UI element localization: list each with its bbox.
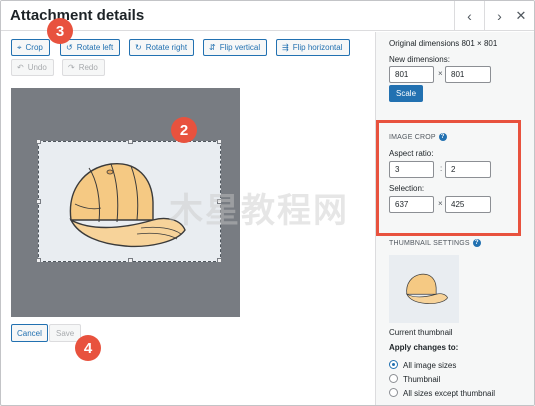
baseball-cap-image bbox=[69, 163, 186, 248]
radio-thumbnail[interactable] bbox=[389, 374, 398, 383]
redo-icon: ↷ bbox=[68, 62, 75, 72]
crop-icon: ⌖ bbox=[17, 42, 22, 52]
undo-label: Undo bbox=[27, 63, 47, 72]
cap-thumbnail bbox=[406, 273, 448, 305]
help-icon[interactable]: ? bbox=[472, 239, 481, 247]
radio-all-sizes-except-thumbnail[interactable] bbox=[389, 388, 398, 397]
crop-handle-top-right[interactable] bbox=[217, 139, 222, 144]
crop-handle-top[interactable] bbox=[128, 139, 133, 144]
step-badge-2: 2 bbox=[171, 117, 197, 143]
close-modal-button[interactable]: ✕ bbox=[508, 1, 534, 31]
cancel-button[interactable]: Cancel bbox=[11, 324, 48, 342]
flip-vertical-button[interactable]: ⇵ Flip vertical bbox=[203, 39, 268, 56]
rotate-right-label: Rotate right bbox=[145, 43, 188, 52]
image-settings-sidebar: Original dimensions 801 × 801 New dimens… bbox=[375, 32, 534, 405]
selection-height-input[interactable]: 425 bbox=[445, 196, 491, 213]
undo-icon: ↶ bbox=[17, 62, 24, 72]
rotate-right-button[interactable]: ↻ Rotate right bbox=[129, 39, 195, 56]
attachment-details-modal: Attachment details ‹ › ✕ ⌖ Crop ↺ Rotate… bbox=[0, 0, 535, 406]
selection-label: Selection: bbox=[389, 184, 425, 193]
crop-handle-bottom-left[interactable] bbox=[36, 258, 41, 263]
selection-separator: × bbox=[438, 199, 443, 208]
flip-horizontal-label: Flip horizontal bbox=[292, 43, 343, 52]
crop-handle-left[interactable] bbox=[36, 199, 41, 204]
close-icon: ✕ bbox=[515, 8, 527, 23]
crop-button[interactable]: ⌖ Crop bbox=[11, 39, 50, 56]
crop-button-label: Crop bbox=[25, 43, 43, 52]
chevron-right-icon: › bbox=[497, 8, 502, 24]
aspect-ratio-width-input[interactable]: 3 bbox=[389, 161, 434, 178]
option-all-sizes-except-thumbnail[interactable]: All sizes except thumbnail bbox=[403, 389, 495, 398]
help-icon[interactable]: ? bbox=[438, 133, 447, 141]
scale-height-input[interactable]: 801 bbox=[445, 66, 491, 83]
step-badge-3: 3 bbox=[47, 18, 73, 44]
flip-horizontal-icon: ⇶ bbox=[282, 42, 289, 52]
rotate-left-label: Rotate left bbox=[76, 43, 114, 52]
crop-handle-bottom-right[interactable] bbox=[217, 258, 222, 263]
aspect-ratio-label: Aspect ratio: bbox=[389, 149, 434, 158]
thumbnail-settings-heading: THUMBNAIL SETTINGS? bbox=[389, 239, 481, 247]
selection-width-input[interactable]: 637 bbox=[389, 196, 434, 213]
crop-handle-bottom[interactable] bbox=[128, 258, 133, 263]
modal-title: Attachment details bbox=[10, 7, 145, 24]
step-badge-4: 4 bbox=[75, 335, 101, 361]
image-crop-heading: IMAGE CROP? bbox=[389, 133, 447, 141]
crop-handle-top-left[interactable] bbox=[36, 139, 41, 144]
rotate-left-button[interactable]: ↺ Rotate left bbox=[60, 39, 121, 56]
new-dimensions-label: New dimensions: bbox=[389, 55, 450, 64]
current-thumbnail-label: Current thumbnail bbox=[389, 328, 453, 337]
aspect-ratio-height-input[interactable]: 2 bbox=[445, 161, 491, 178]
option-thumbnail[interactable]: Thumbnail bbox=[403, 375, 440, 384]
thumbnail-settings-heading-text: THUMBNAIL SETTINGS bbox=[389, 239, 470, 247]
flip-horizontal-button[interactable]: ⇶ Flip horizontal bbox=[276, 39, 350, 56]
flip-vertical-label: Flip vertical bbox=[219, 43, 261, 52]
scale-button[interactable]: Scale bbox=[389, 85, 424, 102]
scale-width-input[interactable]: 801 bbox=[389, 66, 434, 83]
modal-header: Attachment details ‹ › ✕ bbox=[1, 1, 534, 31]
chevron-left-icon: ‹ bbox=[467, 8, 472, 24]
redo-button[interactable]: ↷ Redo bbox=[62, 59, 105, 76]
flip-vertical-icon: ⇵ bbox=[209, 42, 216, 52]
dimension-separator: × bbox=[438, 69, 443, 78]
image-crop-heading-text: IMAGE CROP bbox=[389, 133, 436, 141]
radio-all-image-sizes[interactable] bbox=[389, 360, 398, 369]
undo-button[interactable]: ↶ Undo bbox=[11, 59, 54, 76]
apply-changes-label: Apply changes to: bbox=[389, 343, 459, 352]
aspect-ratio-separator: : bbox=[440, 164, 443, 173]
save-button[interactable]: Save bbox=[49, 324, 82, 342]
current-thumbnail-image bbox=[389, 255, 459, 323]
previous-attachment-button[interactable]: ‹ bbox=[454, 1, 484, 31]
rotate-left-icon: ↺ bbox=[66, 42, 73, 52]
watermark: 木星教程网 bbox=[169, 191, 349, 231]
redo-label: Redo bbox=[78, 63, 98, 72]
rotate-right-icon: ↻ bbox=[135, 42, 142, 52]
original-dimensions: Original dimensions 801 × 801 bbox=[389, 39, 498, 48]
option-all-image-sizes[interactable]: All image sizes bbox=[403, 361, 456, 370]
